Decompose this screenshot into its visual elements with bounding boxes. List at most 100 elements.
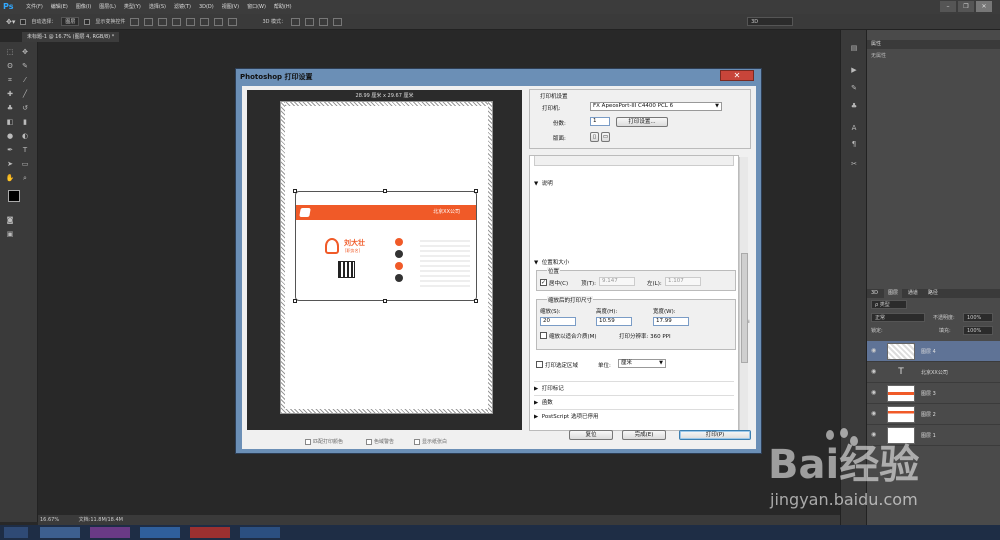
history-panel-icon[interactable]: ▤ <box>849 44 859 52</box>
show-transform-checkbox[interactable] <box>84 18 91 25</box>
paragraph-panel-icon[interactable]: ¶ <box>849 140 859 148</box>
crop-tool-icon[interactable]: ⌗ <box>5 76 15 84</box>
opacity-input[interactable]: 100% <box>963 313 993 322</box>
print-settings-button[interactable]: 打印设置... <box>616 117 668 127</box>
tool-presets-icon[interactable]: ✂ <box>849 160 859 168</box>
fit-media-checkbox[interactable] <box>540 332 547 339</box>
align-right-icon[interactable] <box>200 17 210 26</box>
path-select-icon[interactable]: ➤ <box>5 160 15 168</box>
zoom-tool-icon[interactable]: ⌕ <box>20 174 30 182</box>
transform-handle[interactable] <box>293 189 297 193</box>
taskbar-app[interactable] <box>190 527 230 538</box>
layer-row[interactable]: ◉ 图层 3 <box>867 383 1000 404</box>
character-panel-icon[interactable]: A <box>849 124 859 132</box>
top-input[interactable]: 9.147 <box>599 277 635 286</box>
transform-handle[interactable] <box>474 299 478 303</box>
visibility-eye-icon[interactable]: ◉ <box>871 368 881 376</box>
settings-scrollbar[interactable] <box>739 157 748 431</box>
gamut-warning-option[interactable]: 色域警告 <box>366 438 394 445</box>
hand-tool-icon[interactable]: ✋ <box>5 174 15 182</box>
healing-brush-icon[interactable]: ✚ <box>5 90 15 98</box>
minimize-button[interactable]: – <box>940 1 956 12</box>
stamp-tool-icon[interactable]: ♣ <box>5 104 15 112</box>
portrait-layout-icon[interactable]: ▯ <box>590 132 599 142</box>
layer-row[interactable]: ◉ 图层 2 <box>867 404 1000 425</box>
tab-properties[interactable]: 属性 <box>867 40 885 49</box>
center-checkbox[interactable]: ✓ <box>540 279 547 286</box>
menu-window[interactable]: 窗口(W) <box>243 0 270 14</box>
align-top-icon[interactable] <box>130 17 140 26</box>
history-brush-icon[interactable]: ↺ <box>20 104 30 112</box>
auto-select-checkbox[interactable] <box>20 18 27 25</box>
eraser-tool-icon[interactable]: ◧ <box>5 118 15 126</box>
print-selected-checkbox[interactable] <box>536 361 543 368</box>
menu-file[interactable]: 文件(F) <box>22 0 47 14</box>
dialog-close-button[interactable]: ✕ <box>720 70 754 81</box>
align-bottom-icon[interactable] <box>158 17 168 26</box>
paper-white-checkbox[interactable] <box>414 438 420 445</box>
menu-view[interactable]: 视图(V) <box>218 0 243 14</box>
done-button[interactable]: 完成(E) <box>622 430 666 440</box>
rotate-3d-icon[interactable] <box>291 17 301 26</box>
fill-input[interactable]: 100% <box>963 326 993 335</box>
scrollbar-thumb[interactable] <box>741 253 748 363</box>
menu-help[interactable]: 帮助(H) <box>270 0 296 14</box>
visibility-eye-icon[interactable]: ◉ <box>871 389 881 397</box>
menu-type[interactable]: 类型(Y) <box>120 0 145 14</box>
layer-kind-filter[interactable]: ρ 类型 <box>871 300 907 309</box>
business-card-preview[interactable]: 北京XX公司 刘大壮 [职务名] <box>295 191 477 301</box>
quick-select-icon[interactable]: ✎ <box>20 62 30 70</box>
lasso-tool-icon[interactable]: ʘ <box>5 62 15 70</box>
close-window-button[interactable]: ✕ <box>976 1 992 12</box>
taskbar-app[interactable] <box>240 527 280 538</box>
gradient-tool-icon[interactable]: ▮ <box>20 118 30 126</box>
tab-3d[interactable]: 3D <box>867 289 882 298</box>
tab-layers[interactable]: 图层 <box>883 289 902 298</box>
menu-edit[interactable]: 编辑(E) <box>47 0 72 14</box>
menu-layer[interactable]: 图层(L) <box>95 0 120 14</box>
foreground-color-swatch[interactable] <box>8 190 20 202</box>
roll-3d-icon[interactable] <box>305 17 315 26</box>
brush-tool-icon[interactable]: ╱ <box>20 90 30 98</box>
dodge-tool-icon[interactable]: ◐ <box>20 132 30 140</box>
scale-input[interactable]: 20 <box>540 317 576 326</box>
taskbar-app[interactable] <box>40 527 80 538</box>
description-section[interactable]: ▼ 说明 <box>534 179 553 187</box>
transform-handle[interactable] <box>383 189 387 193</box>
menu-select[interactable]: 选择(S) <box>145 0 170 14</box>
taskbar-app[interactable] <box>140 527 180 538</box>
position-size-section[interactable]: ▼ 位置和大小 <box>534 258 569 266</box>
layer-row[interactable]: ◉ 图层 4 <box>867 341 1000 362</box>
landscape-layout-icon[interactable]: ▭ <box>601 132 610 142</box>
visibility-eye-icon[interactable]: ◉ <box>871 347 881 355</box>
document-tab[interactable]: 未标题-1 @ 16.7% (图层 4, RGB/8) * <box>22 32 120 42</box>
slide-3d-icon[interactable] <box>333 17 343 26</box>
transform-handle[interactable] <box>383 299 387 303</box>
move-tool-icon[interactable]: ✥▾ <box>6 18 15 26</box>
menu-image[interactable]: 图像(I) <box>72 0 95 14</box>
blur-tool-icon[interactable]: ● <box>5 132 15 140</box>
distribute-icon[interactable] <box>214 17 224 26</box>
match-colors-checkbox[interactable] <box>305 438 311 445</box>
brush-panel-icon[interactable]: ✎ <box>849 84 859 92</box>
screen-mode-icon[interactable]: ▣ <box>5 230 15 238</box>
functions-section[interactable]: ▶ 函数 <box>534 395 734 406</box>
left-input[interactable]: 1.107 <box>665 277 701 286</box>
paper-white-option[interactable]: 显示纸张白 <box>414 438 447 445</box>
auto-select-dropdown[interactable]: 图层 <box>61 17 80 26</box>
menu-filter[interactable]: 滤镜(T) <box>170 0 195 14</box>
actions-panel-icon[interactable]: ▶ <box>849 66 859 74</box>
pan-3d-icon[interactable] <box>319 17 329 26</box>
shape-tool-icon[interactable]: ▭ <box>20 160 30 168</box>
print-button[interactable]: 打印(P) <box>679 430 751 440</box>
align-left-icon[interactable] <box>172 17 182 26</box>
pen-tool-icon[interactable]: ✒ <box>5 146 15 154</box>
printer-dropdown[interactable]: FX ApeosPort-III C4400 PCL 6 ▼ <box>590 102 722 111</box>
taskbar-app[interactable] <box>90 527 130 538</box>
gamut-warning-checkbox[interactable] <box>366 438 372 445</box>
match-colors-option[interactable]: 匹配打印颜色 <box>305 438 343 445</box>
tab-channels[interactable]: 通道 <box>904 289 922 298</box>
height-input[interactable]: 10.59 <box>596 317 632 326</box>
blend-mode-dropdown[interactable]: 正常 <box>871 313 925 322</box>
align-center-icon[interactable] <box>186 17 196 26</box>
